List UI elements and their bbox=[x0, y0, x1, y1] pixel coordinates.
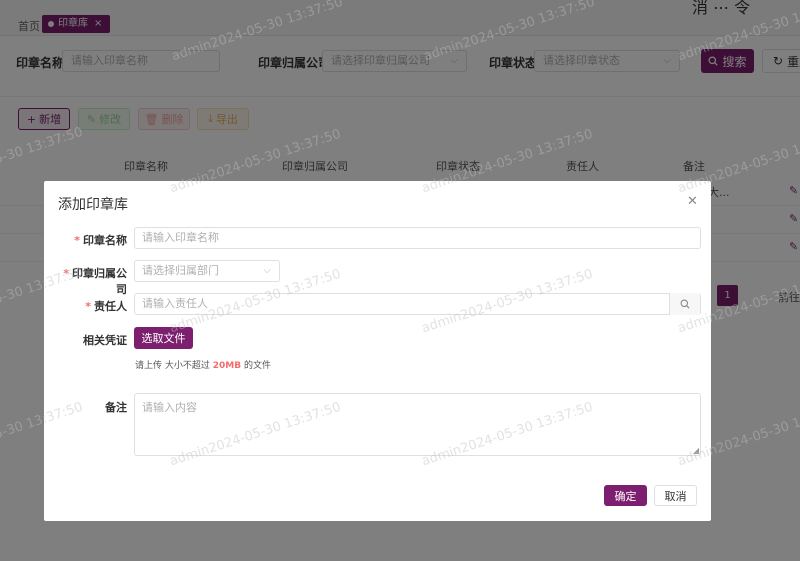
required-mark: * bbox=[74, 234, 80, 247]
close-icon[interactable]: ✕ bbox=[687, 194, 698, 209]
seal-company-label: * 印章归属公司 bbox=[57, 265, 127, 297]
confirm-button[interactable]: 确定 bbox=[604, 485, 647, 506]
owner-label-text: 责任人 bbox=[94, 300, 127, 313]
seal-company-select[interactable]: 请选择归属部门 ⌵ bbox=[134, 260, 280, 282]
owner-placeholder: 请输入责任人 bbox=[142, 297, 208, 310]
dialog-title: 添加印章库 bbox=[58, 197, 128, 213]
search-icon bbox=[680, 299, 690, 309]
add-seal-dialog: 添加印章库 ✕ * 印章名称 请输入印章名称 * 印章归属公司 请选择归属部门 ⌵ … bbox=[44, 181, 711, 521]
seal-company-label-text: 印章归属公司 bbox=[72, 267, 127, 296]
owner-search-button[interactable] bbox=[669, 293, 700, 315]
remark-placeholder: 请输入内容 bbox=[142, 401, 197, 414]
remark-textarea[interactable]: 请输入内容 ◢ bbox=[134, 393, 701, 456]
remark-label: 备注 bbox=[105, 401, 127, 414]
seal-name-label-text: 印章名称 bbox=[83, 234, 127, 247]
upload-hint-suffix: 的文件 bbox=[243, 361, 271, 371]
upload-hint-prefix: 请上传 大小不超过 bbox=[135, 361, 210, 371]
resize-handle-icon[interactable]: ◢ bbox=[693, 446, 699, 455]
select-file-button[interactable]: 选取文件 bbox=[134, 327, 193, 349]
upload-hint-size: 20MB bbox=[212, 361, 242, 371]
cancel-button[interactable]: 取消 bbox=[654, 485, 697, 506]
required-mark: * bbox=[85, 300, 91, 313]
seal-name-label: * 印章名称 bbox=[57, 232, 127, 248]
owner-label: * 责任人 bbox=[57, 298, 127, 314]
seal-company-placeholder: 请选择归属部门 bbox=[142, 264, 219, 277]
owner-input[interactable]: 请输入责任人 bbox=[134, 293, 701, 315]
file-label: 相关凭证 bbox=[83, 334, 127, 347]
required-mark: * bbox=[63, 267, 69, 280]
upload-hint: 请上传 大小不超过 20MB 的文件 bbox=[135, 358, 271, 371]
chevron-down-icon: ⌵ bbox=[263, 265, 271, 276]
seal-name-input[interactable]: 请输入印章名称 bbox=[134, 227, 701, 249]
